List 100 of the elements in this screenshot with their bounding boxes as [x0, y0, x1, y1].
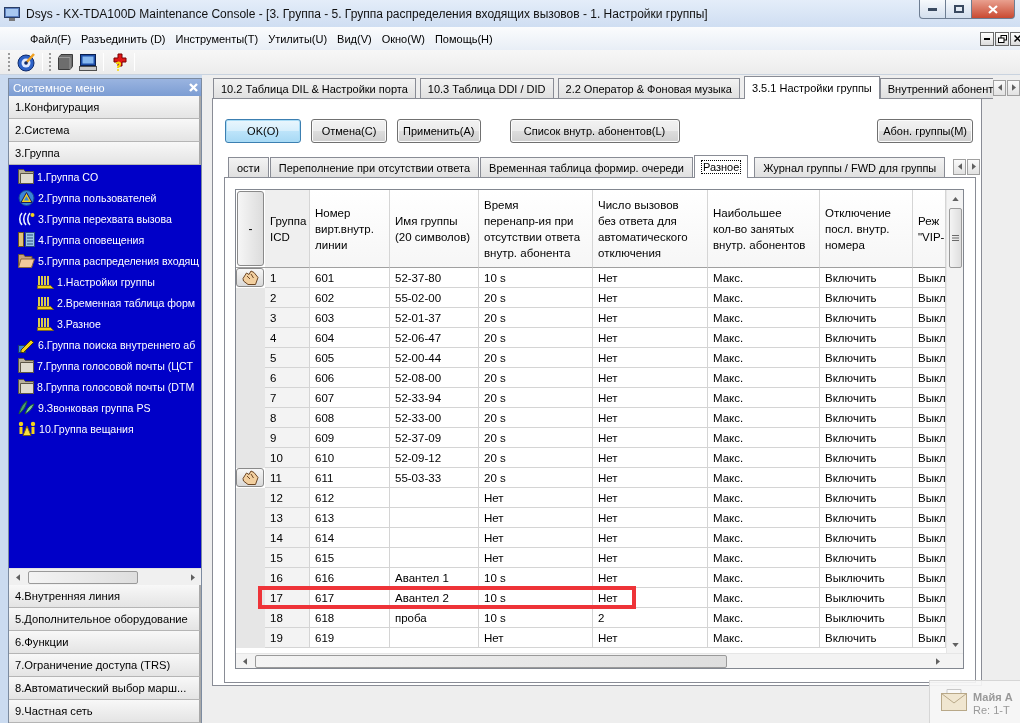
tree-item[interactable]: 1.Группа CO [18, 166, 99, 187]
section-header[interactable]: 3.Группа [9, 142, 201, 165]
table-cell: 608 [310, 408, 390, 428]
cube-icon[interactable] [58, 54, 73, 70]
tree-item[interactable]: 10.Группа вещания [18, 418, 134, 439]
table-cell: Выключить [820, 568, 913, 588]
tab[interactable]: ости [228, 157, 269, 178]
restore-button[interactable] [995, 31, 1009, 46]
tree-item[interactable]: 7.Группа голосовой почты (ЦСТ [18, 355, 193, 376]
notification-subject: Re: 1-Т [973, 704, 1011, 716]
menu-item[interactable]: Файл(F) [25, 30, 77, 47]
table-cell: 10 s [479, 608, 593, 628]
minimize-button[interactable] [919, 0, 946, 19]
column-header: Наибольшее кол-во занятых внутр. абонентов [708, 190, 820, 268]
minimize-button[interactable] [980, 31, 994, 46]
hand-icon [241, 270, 259, 285]
table-cell: 52-33-00 [390, 408, 479, 428]
table-cell: Выкл [913, 288, 946, 308]
table-cell: Выключить [820, 608, 913, 628]
tree-item[interactable]: 4.Группа оповещения [18, 229, 145, 250]
tab[interactable]: 3.5.1 Настройки группы [743, 76, 880, 99]
section-header[interactable]: 7.Ограничение доступа (TRS) [9, 654, 201, 677]
section-header[interactable]: 9.Частная сеть [9, 700, 201, 723]
row-header: 19 [265, 628, 310, 648]
tree-item[interactable]: 2.Временная таблица форм [37, 292, 196, 313]
tab[interactable]: Временная таблица формир. очереди [480, 157, 693, 178]
maximize-button[interactable] [945, 0, 972, 19]
scrollbar-thumb[interactable] [28, 570, 138, 584]
table-cell: Включить [820, 308, 913, 328]
table-cell: Макс. [708, 588, 820, 608]
close-button[interactable] [1010, 31, 1020, 46]
table-cell: 20 s [479, 468, 593, 488]
row-header: 6 [265, 368, 310, 388]
menu-item[interactable]: Инструменты(T) [170, 30, 264, 47]
tab[interactable]: 10.2 Таблица DIL & Настройки порта [213, 78, 416, 99]
tree-item[interactable]: 3.Разное [37, 313, 101, 334]
form-button[interactable]: Отмена(C) [311, 118, 387, 143]
tree-item[interactable]: 9.Звонковая группа PS [18, 397, 151, 418]
tab[interactable]: Переполнение при отсутствии ответа [269, 157, 480, 178]
scroll-left-button[interactable] [953, 158, 966, 175]
scrollbar-thumb[interactable] [948, 208, 962, 268]
horizontal-scrollbar[interactable] [236, 653, 963, 668]
scrollbar-thumb[interactable] [255, 654, 727, 668]
help-icon[interactable] [110, 53, 128, 71]
row-header: 8 [265, 408, 310, 428]
tab[interactable]: Журнал группы / FWD для группы [754, 157, 946, 178]
column-header: Реж "VIP- [913, 190, 946, 268]
scroll-right-button[interactable] [967, 158, 980, 175]
table-cell: 611 [310, 468, 390, 488]
table-cell: Включить [820, 328, 913, 348]
table-cell: Нет [479, 508, 593, 528]
row-header: 4 [265, 328, 310, 348]
tab[interactable]: Внутренний абонент [879, 78, 993, 99]
target-icon[interactable] [17, 52, 36, 72]
tree-item[interactable]: 3.Группа перехвата вызова [18, 208, 172, 229]
section-header[interactable]: 1.Конфигурация [9, 96, 201, 119]
form-button[interactable]: OK(O) [225, 118, 301, 143]
scroll-left-button[interactable] [993, 79, 1006, 96]
form-button[interactable]: Применить(A) [397, 118, 481, 143]
section-header[interactable]: 5.Дополнительное оборудование [9, 608, 201, 631]
menu-item[interactable]: Вид(V) [332, 30, 377, 47]
tree-item[interactable]: 6.Группа поиска внутреннего аб [18, 334, 196, 355]
table-cell: 20 s [479, 408, 593, 428]
section-header[interactable]: 4.Внутренняя линия [9, 585, 201, 608]
menu-item[interactable]: Разъединить (D) [76, 30, 171, 47]
table-cell: Макс. [708, 388, 820, 408]
tab[interactable]: 10.3 Таблица DDI / DID [419, 78, 554, 99]
table-cell: Нет [593, 468, 708, 488]
table-cell: Выкл [913, 628, 946, 648]
menu-item[interactable]: Помощь(H) [429, 30, 498, 47]
section-header[interactable]: 8.Автоматический выбор марш... [9, 677, 201, 700]
table-cell: 20 s [479, 448, 593, 468]
tab[interactable]: 2.2 Оператор & Фоновая музыка [557, 78, 740, 99]
tree-item[interactable]: 8.Группа голосовой почты (DTM [18, 376, 195, 397]
corner-button[interactable]: - [237, 191, 264, 266]
group-members-button[interactable]: Абон. группы(M) [877, 118, 973, 143]
menu-item[interactable]: Окно(W) [376, 30, 430, 47]
tab[interactable]: Разное [693, 155, 749, 178]
table-cell: Нет [593, 428, 708, 448]
horizontal-scrollbar[interactable] [9, 568, 201, 585]
row-header: 2 [265, 288, 310, 308]
vertical-scrollbar[interactable] [946, 190, 963, 653]
scroll-right-button[interactable] [1007, 79, 1020, 96]
close-icon[interactable] [189, 83, 198, 92]
row-selector[interactable] [236, 468, 264, 487]
envelope-icon [941, 689, 967, 711]
tree-item[interactable]: 1.Настройки группы [37, 271, 155, 292]
arrow-down-icon [951, 642, 959, 647]
table-cell: Нет [593, 348, 708, 368]
monitor-icon[interactable] [79, 53, 97, 71]
tree-item[interactable]: 2.Группа пользователей [18, 187, 157, 208]
table-cell: 619 [310, 628, 390, 648]
tree-item[interactable]: 5.Группа распределения входящ [18, 250, 200, 271]
section-header[interactable]: 6.Функции [9, 631, 201, 654]
row-selector[interactable] [236, 268, 264, 287]
section-header[interactable]: 2.Система [9, 119, 201, 142]
table-cell: Макс. [708, 328, 820, 348]
menu-item[interactable]: Утилиты(U) [263, 30, 333, 47]
table-cell: Макс. [708, 368, 820, 388]
extension-list-button[interactable]: Список внутр. абонентов(L) [509, 118, 680, 143]
